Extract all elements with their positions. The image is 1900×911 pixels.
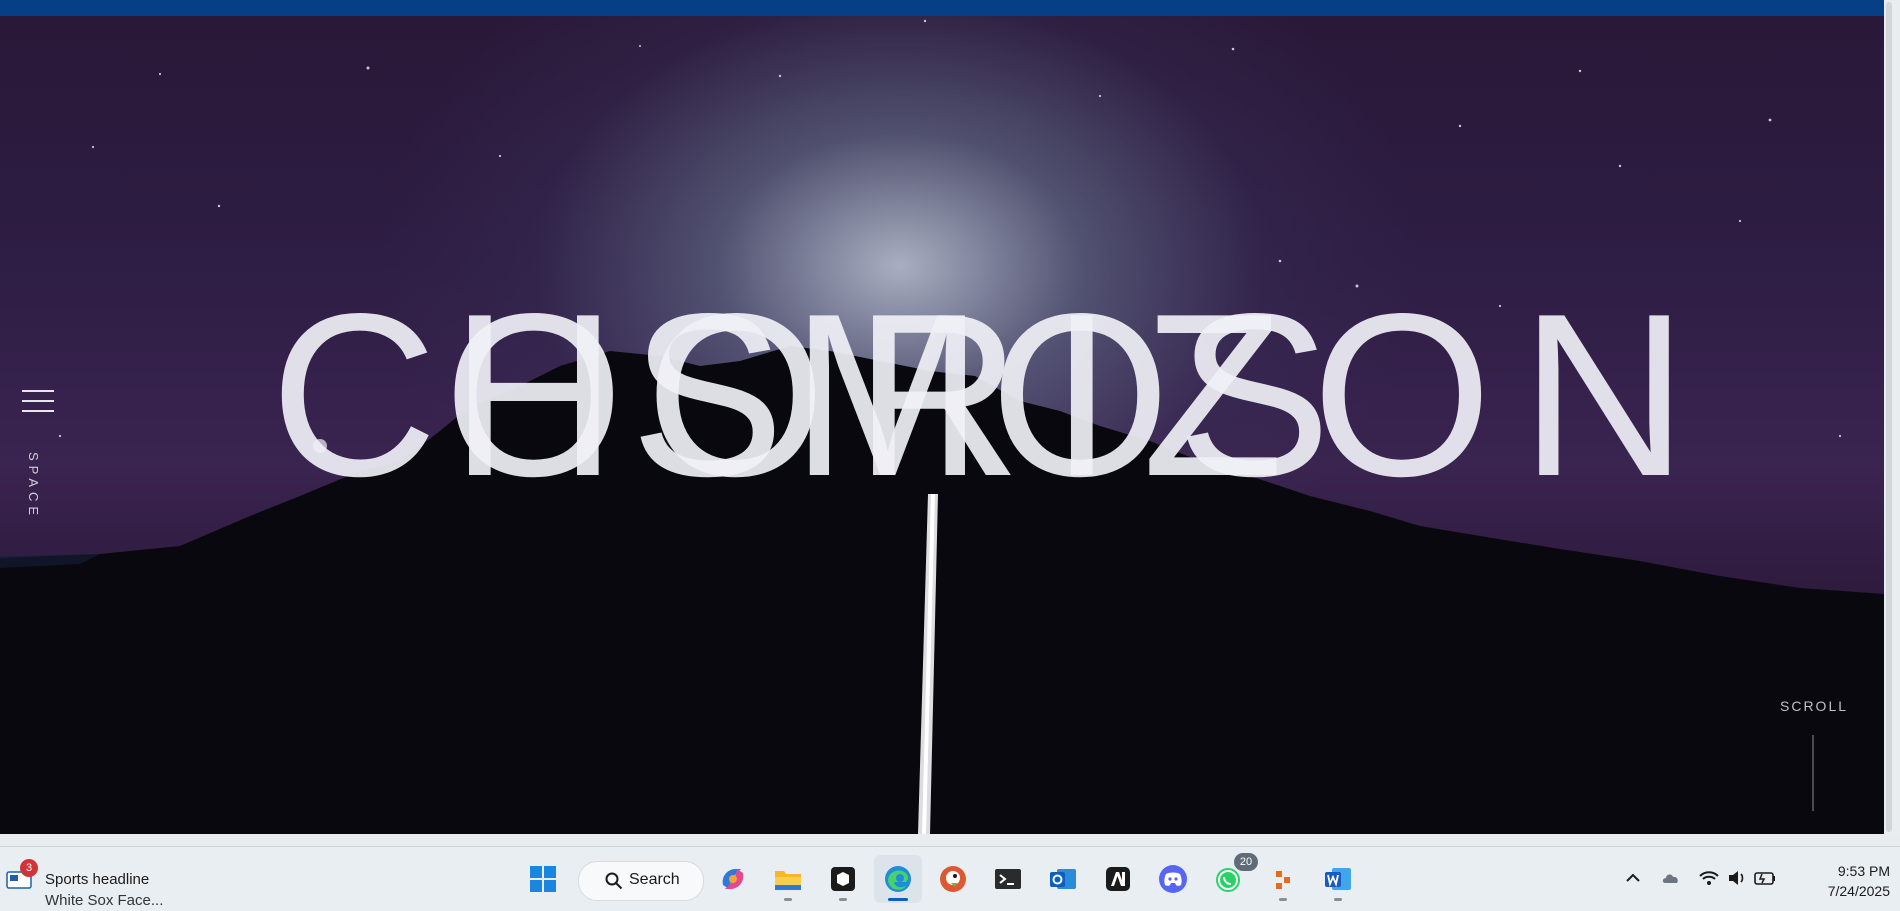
- news-widget[interactable]: 3 Sports headline White Sox Face...: [6, 859, 166, 909]
- taskbar-search[interactable]: Search: [578, 861, 704, 901]
- battery-icon[interactable]: [1752, 865, 1778, 891]
- ai-app-icon[interactable]: [1094, 855, 1142, 903]
- hero-title: COSMOS HORIZON: [270, 266, 1830, 525]
- clock-time: 9:53 PM: [1837, 863, 1890, 879]
- side-section-label: SPACE: [26, 452, 41, 521]
- search-icon: [605, 872, 623, 890]
- scroll-label[interactable]: SCROLL: [1780, 698, 1848, 714]
- search-label: Search: [629, 871, 680, 888]
- hamburger-menu-icon[interactable]: [22, 388, 54, 414]
- copilot-icon[interactable]: [709, 855, 757, 903]
- whatsapp-icon[interactable]: 20: [1204, 853, 1258, 903]
- whatsapp-badge: 20: [1234, 853, 1258, 871]
- scroll-indicator-line: [1812, 735, 1814, 811]
- edge-browser-icon[interactable]: [874, 855, 922, 903]
- duckduckgo-icon[interactable]: [929, 855, 977, 903]
- hero-title-horizon: HORIZON: [450, 266, 1716, 525]
- hero-scene: COSMOS HORIZON: [0, 16, 1884, 834]
- clock[interactable]: 9:53 PM 7/24/2025: [1790, 861, 1890, 901]
- volume-icon[interactable]: [1724, 865, 1750, 891]
- terminal-box-icon[interactable]: [819, 855, 867, 903]
- chevron-up-icon[interactable]: [1620, 865, 1646, 891]
- news-title: Sports headline: [45, 871, 150, 888]
- browser-top-bar: [0, 0, 1884, 16]
- start-icon[interactable]: [519, 855, 567, 903]
- clock-date: 7/24/2025: [1827, 883, 1890, 899]
- cloud-icon[interactable]: [1658, 865, 1684, 891]
- news-subtitle: White Sox Face...: [45, 892, 164, 909]
- browser-window: COSMOS HORIZON SPACE SCROLL: [0, 0, 1884, 834]
- wifi-icon[interactable]: [1696, 865, 1722, 891]
- blocks-app-icon[interactable]: [1259, 855, 1307, 903]
- word-icon[interactable]: [1314, 855, 1362, 903]
- outlook-icon[interactable]: [1039, 855, 1087, 903]
- terminal-icon[interactable]: [984, 855, 1032, 903]
- file-explorer-icon[interactable]: [764, 855, 812, 903]
- browser-scrollbar[interactable]: [1884, 0, 1900, 834]
- taskbar: 3 Sports headline White Sox Face... Sear…: [0, 846, 1900, 911]
- news-badge: 3: [20, 859, 38, 877]
- discord-icon[interactable]: [1149, 855, 1197, 903]
